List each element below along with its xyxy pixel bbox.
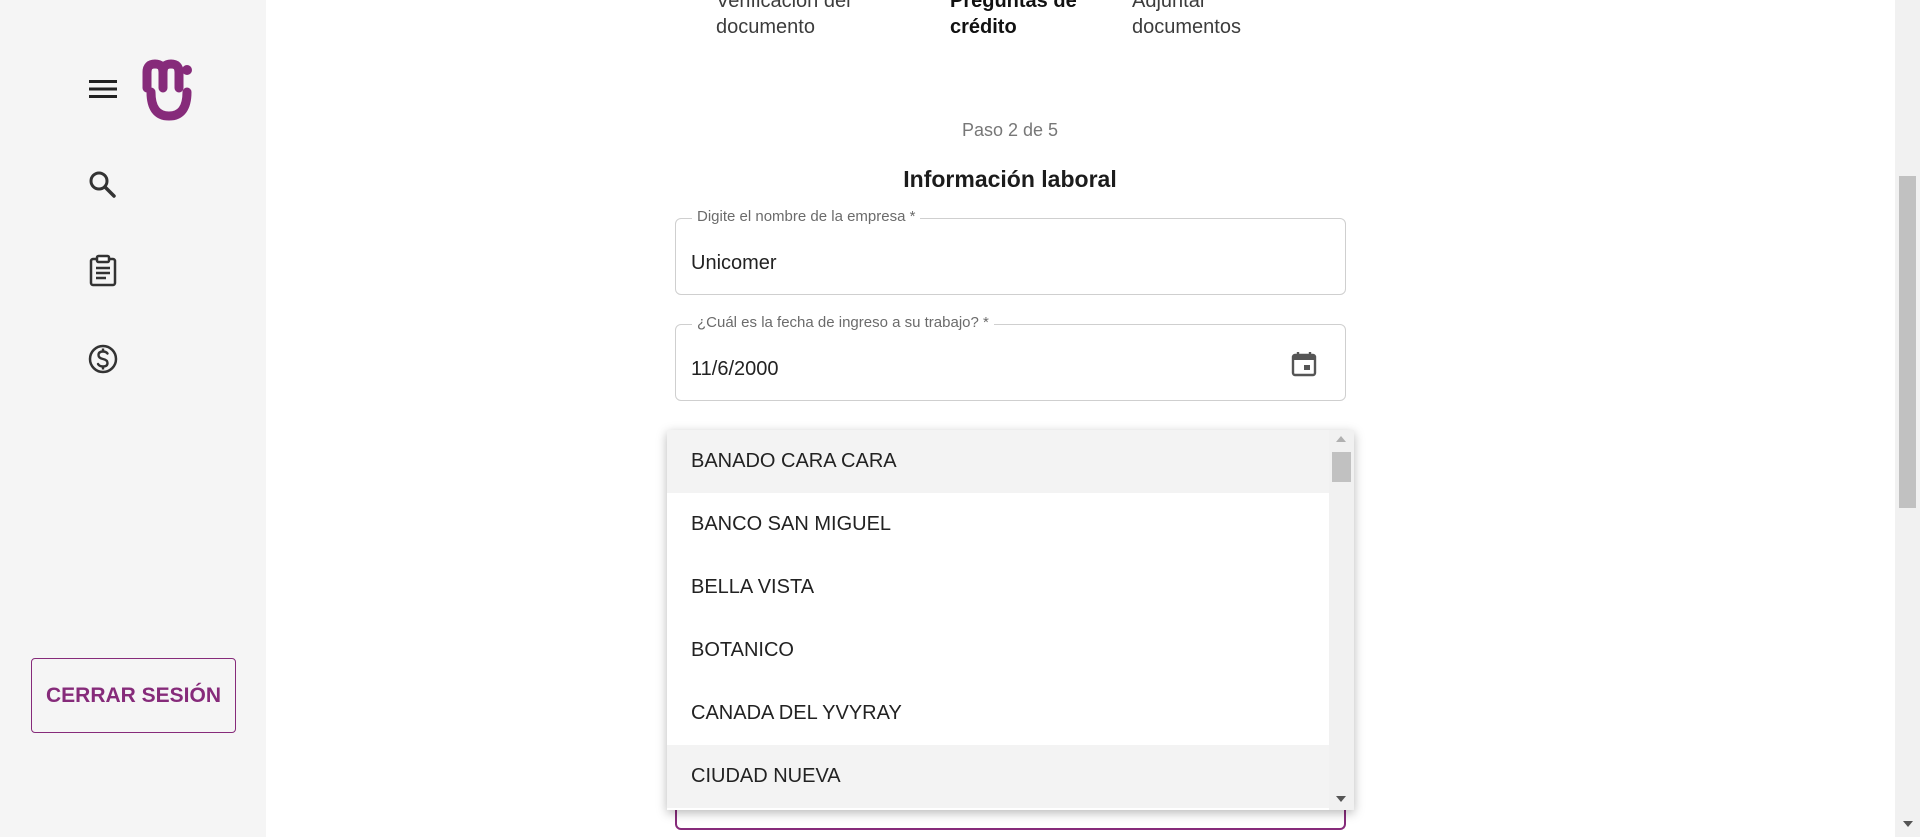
step-label-line2: crédito — [950, 16, 1017, 38]
location-dropdown[interactable]: BANADO CARA CARA BANCO SAN MIGUEL BELLA … — [667, 430, 1354, 810]
step-label-line1: Preguntas de — [950, 0, 1077, 12]
dropdown-option[interactable]: CIUDAD NUEVA — [667, 745, 1329, 808]
scroll-down-arrow-icon[interactable] — [1903, 821, 1913, 827]
page-scroll-thumb[interactable] — [1899, 176, 1916, 508]
step-attach-documents: Adjuntar documentos — [1132, 0, 1241, 40]
step-label-line1: Verificación del — [716, 0, 851, 12]
step-document-verification: Verificación del documento — [716, 0, 851, 40]
section-title: Información laboral — [903, 166, 1117, 192]
dropdown-option[interactable]: CANADA DEL YVYRAY — [667, 682, 1329, 745]
logout-button[interactable]: CERRAR SESIÓN — [31, 658, 236, 733]
dropdown-scrollbar[interactable] — [1329, 430, 1354, 810]
dropdown-option[interactable]: BANCO SAN MIGUEL — [667, 493, 1329, 556]
scroll-up-arrow-icon[interactable] — [1336, 436, 1346, 442]
dollar-icon[interactable] — [86, 342, 120, 376]
step-label-line2: documentos — [1132, 16, 1241, 38]
clipboard-icon[interactable] — [86, 254, 120, 288]
page-scrollbar[interactable] — [1895, 0, 1920, 837]
company-name-label: Digite el nombre de la empresa * — [692, 208, 921, 225]
start-date-label: ¿Cuál es la fecha de ingreso a su trabaj… — [692, 314, 994, 331]
step-counter: Paso 2 de 5 — [961, 120, 1059, 140]
menu-icon[interactable] — [86, 74, 120, 104]
start-date-field[interactable]: ¿Cuál es la fecha de ingreso a su trabaj… — [675, 314, 1346, 401]
dropdown-option[interactable]: BOTANICO — [667, 619, 1329, 682]
scroll-down-arrow-icon[interactable] — [1336, 796, 1346, 802]
step-label-line2: documento — [716, 16, 815, 38]
dropdown-scroll-thumb[interactable] — [1332, 452, 1351, 482]
dropdown-option[interactable]: BANADO CARA CARA — [667, 430, 1329, 493]
brand-logo[interactable] — [141, 58, 197, 122]
dropdown-list: BANADO CARA CARA BANCO SAN MIGUEL BELLA … — [667, 430, 1329, 808]
calendar-icon[interactable] — [1289, 349, 1319, 379]
start-date-value[interactable]: 11/6/2000 — [691, 358, 779, 381]
dropdown-option[interactable]: BELLA VISTA — [667, 556, 1329, 619]
company-name-field[interactable]: Digite el nombre de la empresa * Unicome… — [675, 208, 1346, 295]
company-name-value[interactable]: Unicomer — [691, 252, 777, 275]
step-label-line1: Adjuntar — [1132, 0, 1207, 12]
step-credit-questions: Preguntas de crédito — [950, 0, 1077, 40]
